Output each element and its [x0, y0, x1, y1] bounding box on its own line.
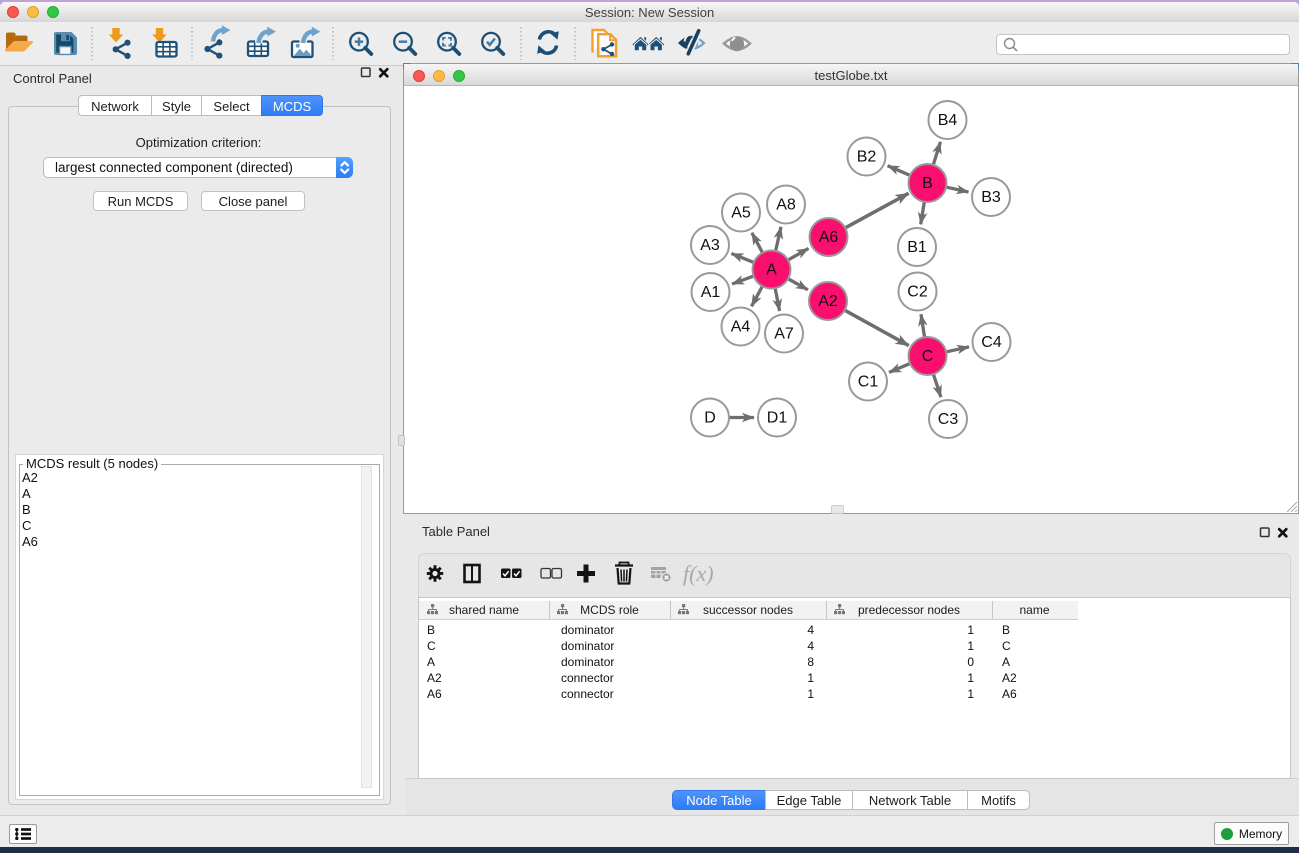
svg-text:C4: C4 — [981, 334, 1002, 351]
svg-text:B: B — [922, 175, 933, 192]
svg-text:B2: B2 — [857, 149, 877, 166]
svg-text:C: C — [922, 348, 934, 365]
svg-text:f(x): f(x) — [683, 561, 714, 586]
svg-text:D: D — [704, 410, 716, 427]
svg-text:C2: C2 — [907, 284, 928, 301]
svg-text:A: A — [766, 262, 777, 279]
svg-text:A6: A6 — [819, 229, 839, 246]
svg-text:A3: A3 — [700, 237, 720, 254]
svg-text:A2: A2 — [818, 293, 838, 310]
svg-text:C3: C3 — [938, 411, 959, 428]
svg-text:A8: A8 — [776, 197, 796, 214]
svg-text:A7: A7 — [774, 326, 794, 343]
svg-text:A4: A4 — [731, 319, 751, 336]
svg-text:B3: B3 — [981, 189, 1001, 206]
svg-text:B1: B1 — [907, 239, 927, 256]
svg-text:B4: B4 — [938, 112, 958, 129]
svg-text:A1: A1 — [701, 284, 721, 301]
svg-text:D1: D1 — [767, 410, 788, 427]
svg-text:A5: A5 — [731, 205, 751, 222]
svg-text:C1: C1 — [858, 374, 879, 391]
